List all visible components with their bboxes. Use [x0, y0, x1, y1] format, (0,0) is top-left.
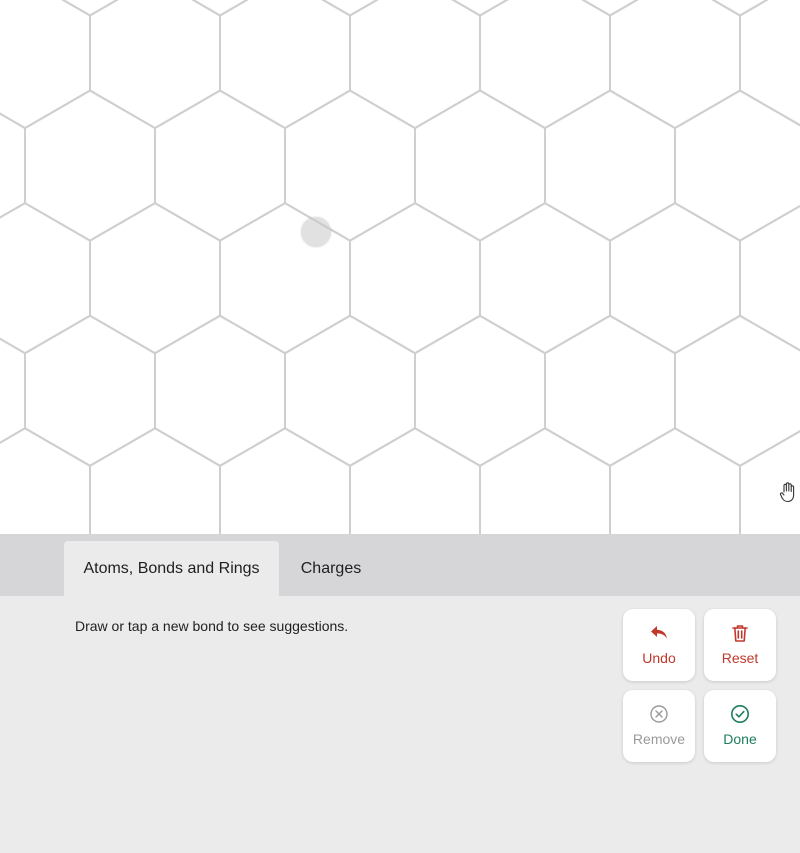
hexagon-cell[interactable] — [349, 0, 481, 130]
done-label: Done — [723, 731, 757, 747]
hexagon-cell[interactable] — [155, 0, 285, 17]
hexagon-cell[interactable] — [219, 201, 351, 355]
hand-cursor-icon — [779, 482, 795, 503]
hexagon-cell[interactable] — [0, 201, 91, 355]
hexagon-cell[interactable] — [414, 89, 546, 242]
hexagon-grid — [0, 0, 800, 534]
hexagon-cell[interactable] — [414, 314, 546, 467]
hexagon-cell[interactable] — [349, 201, 481, 355]
hexagon-cell[interactable] — [0, 427, 91, 534]
tab-charges[interactable]: Charges — [280, 541, 382, 596]
tab-bar: Atoms, Bonds and Rings Charges — [0, 534, 800, 596]
suggestion-hint: Draw or tap a new bond to see suggestion… — [75, 618, 349, 634]
hexagon-cell[interactable] — [415, 0, 545, 17]
hexagon-cell[interactable] — [349, 427, 481, 534]
x-circle-icon — [650, 705, 668, 723]
hexagon-cell[interactable] — [285, 0, 415, 17]
hexagon-cell[interactable] — [0, 0, 91, 130]
undo-button[interactable]: Undo — [623, 609, 695, 681]
hexagon-cell[interactable] — [609, 427, 741, 534]
done-button[interactable]: Done — [704, 690, 776, 762]
hexagon-cell[interactable] — [0, 0, 25, 16]
undo-arrow-icon — [651, 626, 667, 639]
hexagon-cell[interactable] — [674, 89, 800, 242]
hexagon-cell[interactable] — [674, 314, 800, 467]
reset-button[interactable]: Reset — [704, 609, 776, 681]
reset-label: Reset — [721, 650, 759, 666]
hexagon-cell[interactable] — [24, 314, 156, 467]
hexagon-cell[interactable] — [739, 203, 800, 353]
remove-button[interactable]: Remove — [623, 690, 695, 762]
drawing-canvas[interactable] — [0, 0, 800, 534]
undo-label: Undo — [642, 650, 676, 666]
tab-atoms-bonds-rings[interactable]: Atoms, Bonds and Rings — [64, 541, 279, 596]
hexagon-cell[interactable] — [544, 89, 676, 242]
hexagon-cell[interactable] — [154, 89, 286, 242]
hexagon-cell[interactable] — [544, 314, 676, 467]
molecule-editor: Atoms, Bonds and Rings Charges Draw or t… — [0, 0, 800, 853]
hexagon-cell[interactable] — [479, 0, 611, 130]
tools-panel: Draw or tap a new bond to see suggestion… — [0, 596, 800, 853]
hexagon-cell[interactable] — [154, 314, 286, 467]
hexagon-cell[interactable] — [609, 0, 741, 130]
hexagon-cell[interactable] — [89, 0, 221, 130]
hexagon-cell[interactable] — [24, 89, 156, 242]
hexagon-cell[interactable] — [545, 0, 675, 17]
check-circle-icon — [731, 705, 749, 723]
hexagon-cell[interactable] — [609, 201, 741, 355]
remove-label: Remove — [632, 731, 686, 747]
hexagon-cell[interactable] — [219, 427, 351, 534]
trash-icon — [732, 625, 748, 642]
hexagon-cell[interactable] — [25, 0, 155, 17]
hexagon-cell[interactable] — [479, 201, 611, 355]
hexagon-cell[interactable] — [89, 201, 221, 355]
touch-indicator — [301, 217, 331, 247]
hexagon-cell[interactable] — [219, 0, 351, 130]
hexagon-cell[interactable] — [89, 427, 221, 534]
hexagon-cell[interactable] — [479, 427, 611, 534]
hexagon-cell[interactable] — [284, 89, 416, 242]
hexagon-cell[interactable] — [284, 314, 416, 467]
hexagon-cell[interactable] — [0, 91, 26, 241]
hexagon-cell[interactable] — [0, 316, 26, 466]
